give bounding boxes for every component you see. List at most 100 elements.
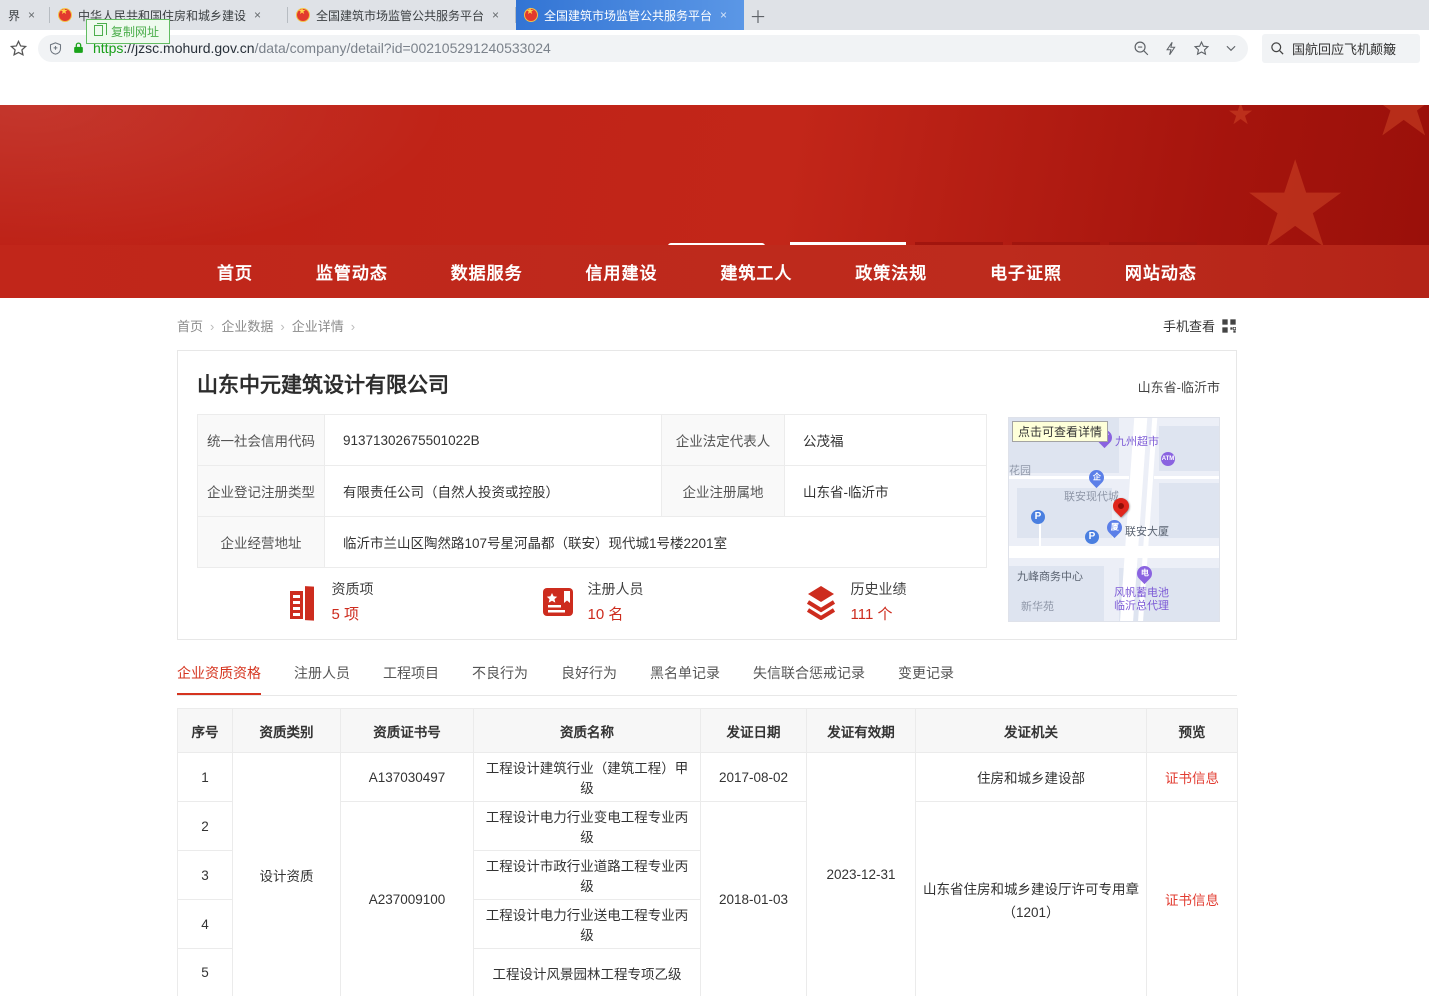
tab-close-icon[interactable]: × <box>26 8 37 22</box>
company-name: 山东中元建筑设计有限公司 <box>197 369 449 399</box>
cert-name: 工程设计电力行业变电工程专业丙级 <box>474 802 701 851</box>
breadcrumb-home[interactable]: 首页 <box>177 316 221 335</box>
map-label-garden: 花园 <box>1009 462 1031 478</box>
col-valid-until: 发证有效期 <box>807 709 916 753</box>
lightning-icon[interactable] <box>1164 40 1179 57</box>
nav-workers[interactable]: 建筑工人 <box>720 259 792 284</box>
browser-tab-jzsc-active[interactable]: 全国建筑市场监管公共服务平台 × <box>516 0 744 30</box>
address-bar[interactable]: https://jzsc.mohurd.gov.cn/data/company/… <box>38 35 1248 62</box>
chevron-down-icon[interactable] <box>1224 41 1238 55</box>
national-emblem-icon <box>296 8 310 22</box>
url-path: /data/company/detail?id=0021052912405330… <box>255 40 551 56</box>
tab-close-icon[interactable]: × <box>718 8 729 22</box>
nav-supervision[interactable]: 监管动态 <box>316 259 388 284</box>
issuing-authority: 住房和城乡建设部 <box>916 753 1147 802</box>
quick-search-box[interactable]: 国航回应飞机颠簸 <box>1262 34 1420 63</box>
stat-qualifications[interactable]: 资质项 5 项 <box>197 579 460 624</box>
new-tab-button[interactable]: ＋ <box>744 0 772 30</box>
map-label-lianan-tower: 联安大厦 <box>1125 523 1169 539</box>
site-header: ★ ★ ★ 中华人民共和国住房和城乡建设部www.mohurd.gov.cn 全… <box>0 105 1429 245</box>
qualification-category: 设计资质 <box>233 753 341 996</box>
company-region: 山东省-临沂市 <box>1138 377 1220 396</box>
cert-name: 工程设计建筑行业（建筑工程）甲级 <box>474 753 701 802</box>
flag-star-decoration: ★ <box>1227 105 1254 130</box>
nav-policy[interactable]: 政策法规 <box>855 259 927 284</box>
nav-data-service[interactable]: 数据服务 <box>451 259 523 284</box>
location-map[interactable]: 点击可查看详情 市 九州超市 ATM 花园 企 联安现代城 厦 联安大厦 P P… <box>1008 417 1220 622</box>
tab-registered-personnel[interactable]: 注册人员 <box>294 663 350 695</box>
field-label: 统一社会信用代码 <box>198 415 325 466</box>
building-icon <box>284 583 320 621</box>
registration-place-value: 山东省-临沂市 <box>785 466 987 517</box>
table-row: 1 设计资质 A137030497 工程设计建筑行业（建筑工程）甲级 2017-… <box>178 753 1238 802</box>
cert-info-link-cell: 证书信息 <box>1147 802 1238 996</box>
cert-info-link[interactable]: 证书信息 <box>1165 893 1219 908</box>
map-label-fengfan-2: 临沂总代理 <box>1114 597 1169 613</box>
national-emblem-icon <box>524 8 538 22</box>
mobile-view-label: 手机查看 <box>1163 316 1215 335</box>
company-card: 山东中元建筑设计有限公司 山东省-临沂市 统一社会信用代码 9137130267… <box>177 350 1237 640</box>
stat-label: 资质项 <box>332 579 374 599</box>
tab-projects[interactable]: 工程项目 <box>383 663 439 695</box>
browser-tab-jzsc-1[interactable]: 全国建筑市场监管公共服务平台 × <box>288 0 516 30</box>
credit-code-value: 91371302675501022B <box>325 415 662 466</box>
field-label: 企业经营地址 <box>198 517 325 568</box>
stat-registered-personnel[interactable]: 注册人员10 名 <box>460 579 723 624</box>
qr-mini-icon <box>1221 318 1237 334</box>
stat-label: 历史业绩 <box>851 579 907 599</box>
national-emblem-icon <box>58 8 72 22</box>
favorite-star-icon[interactable] <box>1193 40 1210 57</box>
page: 界 × 中华人民共和国住房和城乡建设 × 全国建筑市场监管公共服务平台 × 全国… <box>0 0 1429 996</box>
breadcrumb-company-data[interactable]: 企业数据 <box>221 316 291 335</box>
tab-close-icon[interactable]: × <box>252 8 263 22</box>
breadcrumb-company-detail[interactable]: 企业详情 <box>292 316 362 335</box>
nav-home[interactable]: 首页 <box>217 259 253 284</box>
detail-tabs: 企业资质资格 注册人员 工程项目 不良行为 良好行为 黑名单记录 失信联合惩戒记… <box>177 663 1237 696</box>
stat-label: 注册人员 <box>588 579 644 599</box>
copy-url-tooltip: 复制网址 <box>86 19 170 44</box>
copy-url-label: 复制网址 <box>111 25 159 39</box>
col-authority: 发证机关 <box>916 709 1147 753</box>
nav-site-news[interactable]: 网站动态 <box>1125 259 1197 284</box>
tab-close-icon[interactable]: × <box>490 8 501 22</box>
flag-star-decoration: ★ <box>1241 145 1349 245</box>
col-cert-no: 资质证书号 <box>341 709 474 753</box>
col-index: 序号 <box>178 709 233 753</box>
tab-bad-behavior[interactable]: 不良行为 <box>472 663 528 695</box>
browser-tab-partial[interactable]: 界 × <box>0 0 50 30</box>
cert-number: A137030497 <box>341 753 474 802</box>
nav-credit[interactable]: 信用建设 <box>586 259 658 284</box>
tab-qualifications[interactable]: 企业资质资格 <box>177 663 261 695</box>
stat-value: 5 项 <box>332 603 374 624</box>
layers-icon <box>803 584 839 620</box>
issue-date: 2018-01-03 <box>701 802 807 996</box>
company-info-table: 统一社会信用代码 91371302675501022B 企业法定代表人 公茂福 … <box>197 414 987 568</box>
cert-name: 工程设计风景园林工程专项乙级 <box>474 949 701 996</box>
mobile-view-button[interactable]: 手机查看 <box>1163 316 1237 335</box>
certificate-icon <box>540 585 576 619</box>
breadcrumb: 首页 企业数据 企业详情 手机查看 <box>177 316 1237 335</box>
company-stats: 资质项 5 项 注册人员10 名 历史业绩111 个 <box>197 579 986 624</box>
atm-marker-icon: ATM <box>1161 452 1175 466</box>
tab-change-records[interactable]: 变更记录 <box>898 663 954 695</box>
bookmark-star-icon[interactable] <box>9 39 28 58</box>
col-category: 资质类别 <box>233 709 341 753</box>
cert-name: 工程设计市政行业道路工程专业丙级 <box>474 851 701 900</box>
tab-blacklist[interactable]: 黑名单记录 <box>650 663 720 695</box>
parking-icon: P <box>1031 510 1045 524</box>
flag-star-decoration: ★ <box>1363 105 1429 150</box>
shield-plus-icon[interactable] <box>48 41 63 56</box>
tab-dishonesty[interactable]: 失信联合惩戒记录 <box>753 663 865 695</box>
browser-tab-strip: 界 × 中华人民共和国住房和城乡建设 × 全国建筑市场监管公共服务平台 × 全国… <box>0 0 1429 30</box>
map-label-jiufeng: 九峰商务中心 <box>1017 568 1083 584</box>
map-label-supermarket: 九州超市 <box>1115 433 1159 449</box>
stat-historical-performance[interactable]: 历史业绩111 个 <box>723 579 986 624</box>
authority-line-2: （1201） <box>922 901 1140 921</box>
map-label-lianan-city: 联安现代城 <box>1064 488 1119 504</box>
zoom-out-icon[interactable] <box>1133 40 1150 57</box>
cert-info-link[interactable]: 证书信息 <box>1165 771 1219 786</box>
nav-e-license[interactable]: 电子证照 <box>990 259 1062 284</box>
tab-good-behavior[interactable]: 良好行为 <box>561 663 617 695</box>
table-header-row: 序号 资质类别 资质证书号 资质名称 发证日期 发证有效期 发证机关 预览 <box>178 709 1238 753</box>
row-index: 5 <box>178 949 233 996</box>
